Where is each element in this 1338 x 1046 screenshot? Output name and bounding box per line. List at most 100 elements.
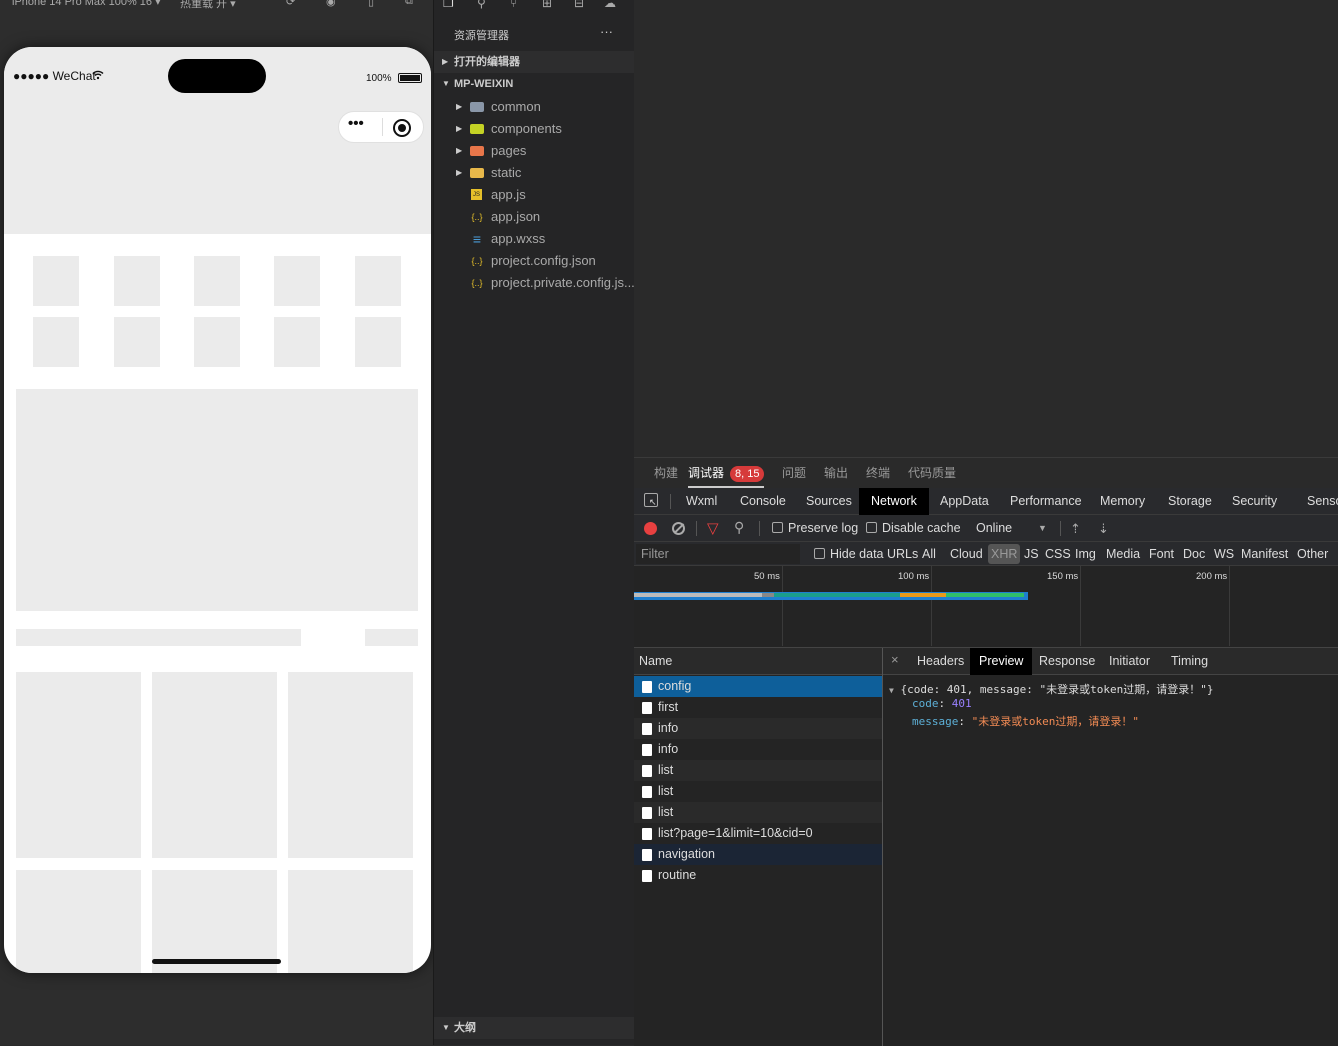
home-indicator [152,959,281,964]
layout-icon[interactable]: ⊟ [574,0,584,10]
filter-type-js[interactable]: JS [1024,542,1039,566]
filter-type-manifest[interactable]: Manifest [1241,542,1288,566]
upload-icon[interactable]: ⇡ [1070,515,1081,542]
request-row[interactable]: navigation [634,844,882,865]
clear-icon[interactable] [672,522,685,535]
tree-item[interactable]: ▶ static [434,162,634,184]
filter-type-css[interactable]: CSS [1045,542,1071,566]
more-icon[interactable]: ••• [348,115,364,132]
extensions-icon[interactable]: ⊞ [542,0,552,10]
panel-tab-senso[interactable]: Senso [1307,488,1338,515]
phone-icon[interactable]: ▯ [368,0,374,8]
tab-panel-2[interactable]: 问题 [782,458,806,488]
filter-icon[interactable]: ▽ [707,519,719,537]
cloud-icon[interactable]: ☁ [604,0,616,10]
tree-item[interactable]: ≡ app.wxss [434,228,634,250]
project-section[interactable]: ▼ MP-WEIXIN [434,73,634,95]
filter-type-other[interactable]: Other [1297,542,1328,566]
tree-item[interactable]: {..} project.private.config.js... [434,272,634,294]
panel-tab-appdata[interactable]: AppData [940,488,989,515]
request-name: routine [658,868,697,882]
tree-item[interactable]: ▶ pages [434,140,634,162]
detail-tab-response[interactable]: Response [1039,648,1095,675]
disable-cache-checkbox[interactable]: Disable cache [866,515,961,542]
request-row[interactable]: routine [634,865,882,886]
tree-item[interactable]: ▶ components [434,118,634,140]
filter-input[interactable]: Filter [636,544,800,564]
detail-tab-initiator[interactable]: Initiator [1109,648,1150,675]
filter-type-ws[interactable]: WS [1214,542,1234,566]
filter-type-media[interactable]: Media [1106,542,1140,566]
tree-item[interactable]: ▶ common [434,96,634,118]
record-icon[interactable]: ◉ [326,0,336,8]
panel-tab-console[interactable]: Console [740,488,786,515]
refresh-icon[interactable]: ⟳ [286,0,295,8]
tab-panel-3[interactable]: 输出 [824,458,848,488]
filter-type-all[interactable]: All [922,542,936,566]
tree-item-label: static [491,165,522,180]
request-row[interactable]: info [634,718,882,739]
request-row[interactable]: list [634,802,882,823]
request-row[interactable]: first [634,697,882,718]
record-icon[interactable] [644,522,657,535]
download-icon[interactable]: ⇣ [1098,515,1109,542]
request-row[interactable]: config [634,676,882,697]
tree-item[interactable]: {..} project.config.json [434,250,634,272]
segment [762,593,774,597]
timeline-label: 150 ms [1047,571,1079,582]
panel-tab-network[interactable]: Network [859,488,929,515]
carrier-label: ●●●●● WeChat [13,69,96,83]
skeleton-card [152,870,277,973]
files-icon[interactable]: ❐ [443,0,454,10]
preview-summary[interactable]: ▼ {code: 401, message: "未登录或token过期，请登录！… [889,681,1214,697]
detail-tab-preview[interactable]: Preview [970,648,1033,675]
request-row[interactable]: list [634,781,882,802]
throttle-select[interactable]: Online [976,515,1012,542]
explorer-more-button[interactable]: ··· [600,24,613,39]
inspect-element-icon[interactable]: ↖ [644,493,658,507]
panel-tab-performance[interactable]: Performance [1010,488,1082,515]
close-icon[interactable]: × [891,652,899,667]
preserve-log-checkbox[interactable]: Preserve log [772,515,858,542]
hide-data-urls-checkbox[interactable]: Hide data URLs [814,542,918,566]
search-icon[interactable]: ⚲ [477,0,486,10]
window-icon[interactable]: ⧉ [405,0,413,8]
outline-section[interactable]: ▼ 大纲 [434,1017,634,1039]
device-selector[interactable]: iPhone 14 Pro Max 100% 16 ▾ [12,0,161,8]
detail-tab-timing[interactable]: Timing [1171,648,1208,675]
detail-tab-headers[interactable]: Headers [917,648,964,675]
hot-reload-toggle[interactable]: 热重载 开 ▾ [180,0,236,11]
tree-item[interactable]: {..} app.json [434,206,634,228]
close-mini-program-icon[interactable] [393,119,411,137]
skeleton-icon [33,256,79,306]
document-icon [642,681,652,693]
tab-panel-0[interactable]: 构建 [654,458,678,488]
tab-debugger[interactable]: 调试器 8, 15 [688,458,765,488]
panel-tab-memory[interactable]: Memory [1100,488,1145,515]
filter-type-xhr[interactable]: XHR [988,544,1021,564]
panel-tab-security[interactable]: Security [1232,488,1277,515]
tree-item[interactable]: JS app.js [434,184,634,206]
filter-type-cloud[interactable]: Cloud [950,542,983,566]
filter-type-font[interactable]: Font [1149,542,1174,566]
source-control-icon[interactable]: ⑂ [510,0,517,10]
preview-code-line: code: 401 [912,697,972,710]
request-row[interactable]: list?page=1&limit=10&cid=0 [634,823,882,844]
filter-type-img[interactable]: Img [1075,542,1096,566]
tab-panel-5[interactable]: 代码质量 [908,458,956,488]
panel-tab-storage[interactable]: Storage [1168,488,1212,515]
tab-panel-4[interactable]: 终端 [866,458,890,488]
search-icon[interactable]: ⚲ [734,519,744,536]
request-row[interactable]: list [634,760,882,781]
chevron-down-icon: ▼ [1038,523,1047,533]
name-column-header[interactable]: Name [634,648,882,675]
request-row[interactable]: info [634,739,882,760]
filter-type-doc[interactable]: Doc [1183,542,1205,566]
panel-tab-sources[interactable]: Sources [806,488,852,515]
divider [759,521,760,536]
timeline-label: 100 ms [898,571,930,582]
chevron-down-icon: ▼ [442,1023,450,1032]
open-editors-section[interactable]: ▶ 打开的编辑器 [434,51,634,73]
panel-tab-wxml[interactable]: Wxml [686,488,717,515]
segment [946,593,1024,597]
